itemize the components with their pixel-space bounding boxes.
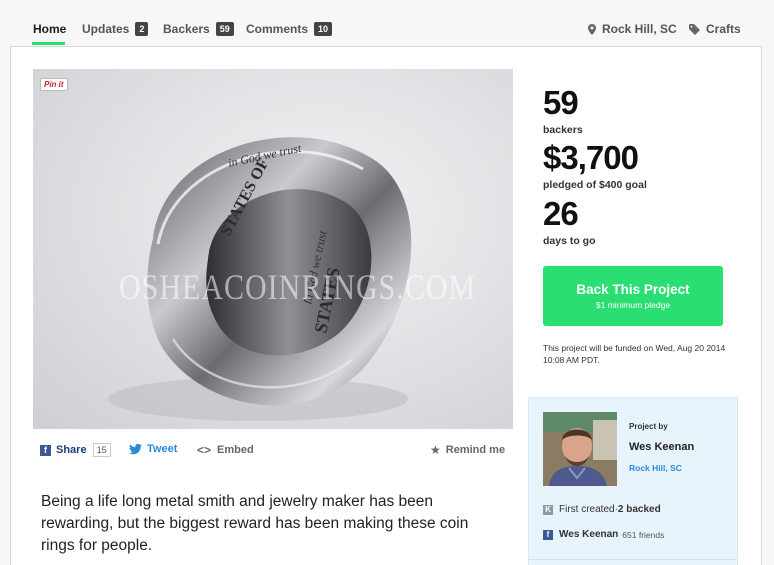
creator-card: Project by Wes Keenan Rock Hill, SC K Fi… bbox=[528, 397, 738, 565]
funding-deadline-note: This project will be funded on Wed, Aug … bbox=[543, 343, 726, 365]
location-label: Rock Hill, SC bbox=[602, 22, 677, 36]
remind-me-button[interactable]: ★ Remind me bbox=[430, 443, 505, 457]
embed-label: Embed bbox=[217, 444, 254, 456]
pin-it-button[interactable]: Pin it bbox=[40, 78, 68, 91]
coin-ring-illustration: STATES OF STATES in God we trust In God … bbox=[108, 137, 412, 421]
creator-facebook[interactable]: f Wes Keenan 651 friends bbox=[543, 529, 664, 540]
tab-updates[interactable]: Updates 2 bbox=[82, 22, 149, 36]
twitter-icon bbox=[129, 443, 142, 454]
tab-comments-label: Comments bbox=[246, 22, 309, 36]
days-label: days to go bbox=[543, 235, 596, 247]
image-watermark: OSHEACOINRINGS.COM bbox=[119, 267, 477, 308]
facebook-share-button[interactable]: f Share 15 bbox=[40, 443, 111, 457]
tab-home-label: Home bbox=[33, 22, 67, 36]
tab-backers-label: Backers bbox=[163, 22, 210, 36]
creator-name[interactable]: Wes Keenan bbox=[629, 441, 694, 453]
backers-count: 59 bbox=[543, 84, 579, 121]
tweet-button[interactable]: Tweet bbox=[129, 443, 177, 455]
category-label: Crafts bbox=[706, 22, 741, 36]
facebook-friends-count: 651 friends bbox=[622, 529, 665, 540]
share-bar: f Share 15 Tweet <> Embed ★ Remind me bbox=[40, 443, 510, 461]
pledged-label: pledged of $400 goal bbox=[543, 179, 647, 191]
creator-photo bbox=[543, 412, 617, 486]
creator-card-divider bbox=[529, 559, 737, 560]
project-by-label: Project by bbox=[629, 422, 668, 431]
back-this-project-button[interactable]: Back This Project $1 minimum pledge bbox=[543, 266, 723, 326]
remind-me-label: Remind me bbox=[445, 444, 506, 456]
creator-kickstarter-history: K First created · 2 backed bbox=[543, 504, 661, 515]
project-image[interactable]: STATES OF STATES in God we trust In God … bbox=[33, 69, 513, 429]
tweet-label: Tweet bbox=[147, 443, 178, 455]
tab-updates-label: Updates bbox=[82, 22, 130, 36]
embed-button[interactable]: <> Embed bbox=[197, 443, 254, 457]
backed-count-link[interactable]: 2 backed bbox=[618, 504, 661, 515]
facebook-icon: f bbox=[40, 444, 51, 456]
backers-label: backers bbox=[543, 124, 583, 136]
backers-count-badge: 59 bbox=[215, 22, 234, 36]
location-pin-icon bbox=[588, 23, 596, 35]
kickstarter-icon: K bbox=[543, 504, 553, 515]
back-button-sublabel: $1 minimum pledge bbox=[595, 300, 671, 310]
tab-comments[interactable]: Comments 10 bbox=[246, 22, 333, 36]
updates-count-badge: 2 bbox=[135, 22, 149, 36]
embed-code-icon: <> bbox=[197, 443, 212, 457]
creator-avatar[interactable] bbox=[543, 412, 617, 486]
comments-count-badge: 10 bbox=[314, 22, 333, 36]
first-created-label: First created bbox=[559, 504, 615, 515]
facebook-name: Wes Keenan bbox=[559, 529, 619, 540]
category-link[interactable]: Crafts bbox=[689, 22, 741, 36]
tag-icon bbox=[689, 23, 700, 35]
back-button-label: Back This Project bbox=[576, 282, 690, 297]
project-nav: Home Updates 2 Backers 59 Comments 10 Ro… bbox=[0, 0, 774, 45]
location-link[interactable]: Rock Hill, SC bbox=[588, 22, 677, 36]
share-label: Share bbox=[56, 444, 87, 456]
creator-location[interactable]: Rock Hill, SC bbox=[629, 463, 682, 473]
star-icon: ★ bbox=[430, 443, 441, 457]
share-count: 15 bbox=[92, 443, 111, 457]
tab-backers[interactable]: Backers 59 bbox=[163, 22, 234, 36]
days-count: 26 bbox=[543, 195, 579, 232]
facebook-icon: f bbox=[543, 529, 553, 540]
tab-home[interactable]: Home bbox=[33, 22, 66, 36]
pledged-amount: $3,700 bbox=[543, 139, 639, 176]
active-tab-indicator bbox=[32, 42, 65, 45]
project-blurb: Being a life long metal smith and jewelr… bbox=[41, 493, 469, 554]
